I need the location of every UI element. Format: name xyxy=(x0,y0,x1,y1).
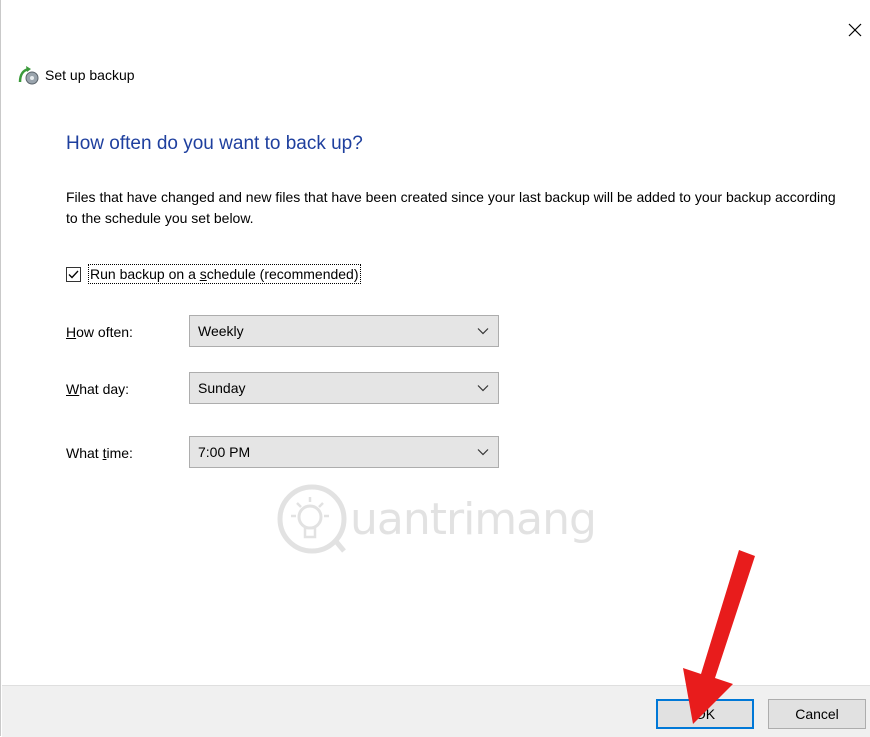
page-heading: How often do you want to back up? xyxy=(66,133,363,154)
what-time-label: What time: xyxy=(66,445,133,461)
description-text: Files that have changed and new files th… xyxy=(66,189,836,226)
what-day-label: What day: xyxy=(66,381,129,397)
what-time-value: 7:00 PM xyxy=(198,444,251,460)
how-often-label: How often: xyxy=(66,324,133,340)
dialog-footer: OK Cancel xyxy=(2,685,870,737)
chevron-down-icon xyxy=(477,385,489,392)
setup-backup-window: Set up backup How often do you want to b… xyxy=(0,0,870,737)
how-often-access-key: H xyxy=(66,324,77,340)
what-day-access-key: W xyxy=(66,381,80,397)
close-icon xyxy=(848,23,862,37)
schedule-label-access-key: s xyxy=(199,266,207,282)
how-often-dropdown[interactable]: Weekly xyxy=(189,315,499,347)
what-time-label-text: ime: xyxy=(106,445,133,461)
backup-icon xyxy=(18,66,39,85)
close-button[interactable] xyxy=(839,14,870,46)
what-time-dropdown[interactable]: 7:00 PM xyxy=(189,436,499,468)
cancel-button[interactable]: Cancel xyxy=(768,699,866,729)
what-day-value: Sunday xyxy=(198,380,246,396)
window-title: Set up backup xyxy=(45,67,135,83)
schedule-checkbox-row[interactable]: Run backup on a schedule (recommended) xyxy=(66,263,361,285)
watermark: uantrimang xyxy=(276,474,646,564)
schedule-label-part: Run backup on a xyxy=(90,266,200,282)
chevron-down-icon xyxy=(477,449,489,456)
what-day-label-text: hat day: xyxy=(79,381,130,397)
checkmark-icon xyxy=(68,270,79,278)
schedule-label-part: chedule (recommended) xyxy=(206,266,359,282)
watermark-text: uantrimang xyxy=(350,493,597,545)
watermark-logo-icon xyxy=(277,484,347,554)
what-day-dropdown[interactable]: Sunday xyxy=(189,372,499,404)
how-often-value: Weekly xyxy=(198,323,244,339)
window-title-row: Set up backup xyxy=(17,64,135,86)
ok-button[interactable]: OK xyxy=(656,699,754,729)
how-often-label-text: ow often: xyxy=(76,324,133,340)
schedule-checkbox[interactable] xyxy=(66,266,81,282)
chevron-down-icon xyxy=(477,328,489,335)
schedule-checkbox-label[interactable]: Run backup on a schedule (recommended) xyxy=(88,264,361,284)
what-time-label-text: What xyxy=(66,445,103,461)
